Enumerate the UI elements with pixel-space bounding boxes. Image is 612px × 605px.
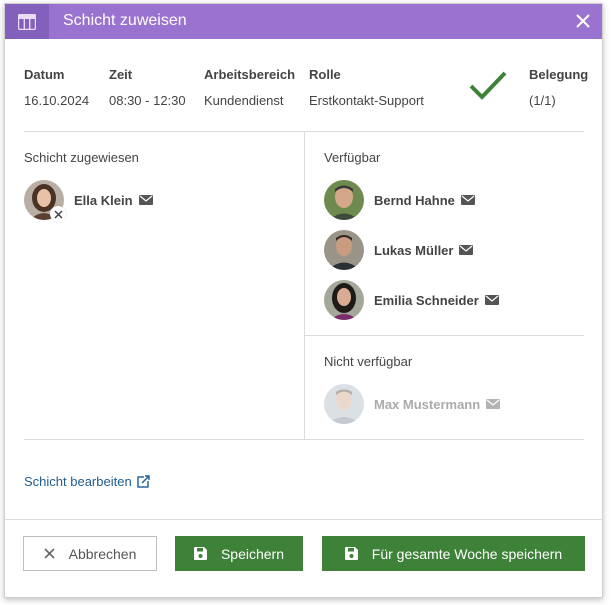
column-divider: [304, 131, 305, 440]
external-link-icon: [136, 475, 150, 488]
divider: [24, 439, 584, 440]
floppy-disk-icon: [344, 547, 358, 560]
divider: [304, 335, 584, 336]
close-icon[interactable]: [574, 12, 592, 30]
mail-icon[interactable]: [460, 195, 475, 205]
available-section-label: Verfügbar: [324, 150, 381, 165]
person-name[interactable]: Emilia Schneider: [374, 293, 479, 308]
role-info: Rolle Erstkontakt-Support: [309, 67, 424, 108]
edit-shift-link[interactable]: Schicht bearbeiten: [24, 474, 150, 489]
area-info: Arbeitsbereich Kundendienst: [204, 67, 295, 108]
role-value: Erstkontakt-Support: [309, 93, 424, 108]
save-week-button[interactable]: Für gesamte Woche speichern: [322, 536, 585, 571]
dialog-titlebar: Schicht zuweisen: [5, 4, 602, 39]
assigned-person: Ella Klein: [24, 180, 153, 222]
remove-person-icon[interactable]: [50, 206, 66, 222]
person-name[interactable]: Bernd Hahne: [374, 193, 455, 208]
occupancy-value: (1/1): [529, 93, 556, 108]
date-info: Datum 16.10.2024: [24, 67, 89, 108]
time-value: 08:30 - 12:30: [109, 93, 186, 108]
avatar: [324, 180, 364, 220]
assign-shift-dialog: Schicht zuweisen Datum 16.10.2024 Zeit 0…: [4, 3, 603, 598]
dialog-title: Schicht zuweisen: [63, 12, 187, 29]
time-label: Zeit: [109, 67, 133, 82]
unavailable-person: Max Mustermann: [324, 384, 501, 424]
cancel-button[interactable]: Abbrechen: [23, 536, 157, 571]
close-icon: [44, 548, 55, 559]
available-person[interactable]: Emilia Schneider: [324, 280, 499, 320]
floppy-disk-icon: [193, 547, 207, 560]
save-week-label: Für gesamte Woche speichern: [371, 545, 563, 562]
save-button[interactable]: Speichern: [175, 536, 303, 571]
calendar-table-icon: [5, 4, 49, 39]
mail-icon[interactable]: [459, 245, 474, 255]
unavailable-section-label: Nicht verfügbar: [324, 354, 413, 369]
person-name[interactable]: Lukas Müller: [374, 243, 453, 258]
person-name: Max Mustermann: [374, 396, 481, 412]
role-label: Rolle: [309, 67, 341, 82]
time-info: Zeit 08:30 - 12:30: [109, 67, 186, 108]
mail-icon: [486, 399, 501, 409]
person-name[interactable]: Ella Klein: [74, 193, 133, 208]
avatar: [324, 280, 364, 320]
available-person[interactable]: Bernd Hahne: [324, 180, 475, 220]
footer-divider: [5, 519, 602, 520]
occupancy-label: Belegung: [529, 67, 589, 82]
area-value: Kundendienst: [204, 93, 284, 108]
available-person[interactable]: Lukas Müller: [324, 230, 474, 270]
cancel-label: Abbrechen: [68, 545, 137, 562]
avatar: [324, 230, 364, 270]
avatar: [324, 384, 364, 424]
occupancy-info: Belegung (1/1): [529, 67, 588, 108]
assigned-section-label: Schicht zugewiesen: [24, 150, 139, 165]
mail-icon[interactable]: [484, 295, 499, 305]
area-label: Arbeitsbereich: [204, 67, 296, 82]
date-value: 16.10.2024: [24, 93, 90, 108]
mail-icon[interactable]: [138, 195, 153, 205]
checkmark-icon: [469, 71, 507, 106]
save-label: Speichern: [220, 545, 285, 562]
edit-shift-label: Schicht bearbeiten: [24, 474, 132, 489]
date-label: Datum: [24, 67, 65, 82]
